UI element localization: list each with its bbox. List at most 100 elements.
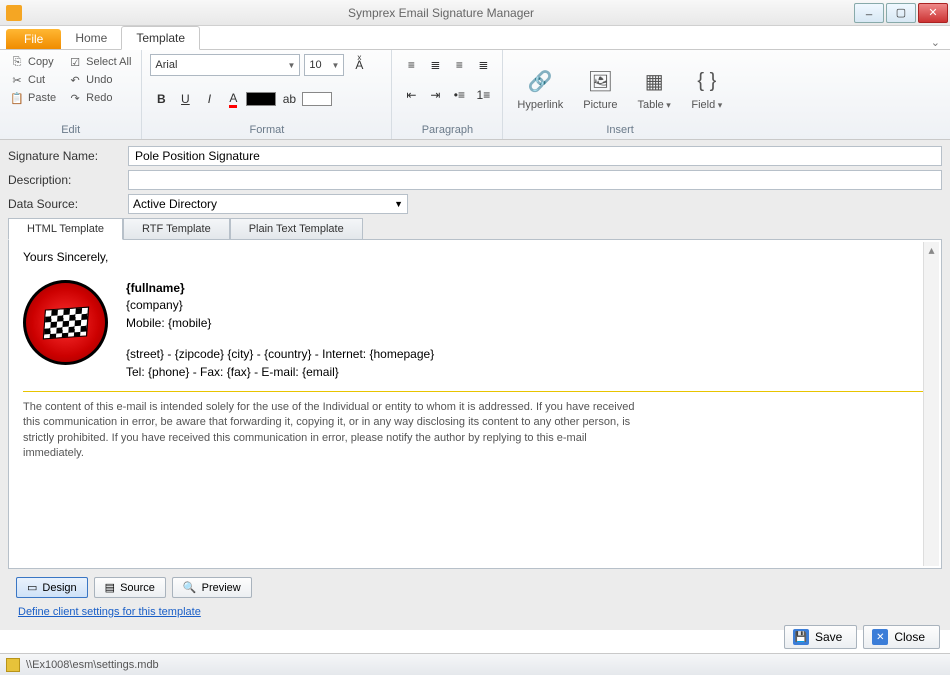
tab-rtf-template[interactable]: RTF Template — [123, 218, 230, 240]
tab-plain-text-template[interactable]: Plain Text Template — [230, 218, 363, 240]
description-input[interactable] — [128, 170, 942, 190]
copy-icon: ⎘ — [10, 55, 24, 69]
statusbar: \\Ex1008\esm\settings.mdb — [0, 653, 950, 675]
number-list-button[interactable]: 1≡ — [472, 84, 494, 106]
justify-icon: ≣ — [478, 58, 488, 72]
footer-buttons: 💾Save ✕Close — [784, 625, 940, 649]
font-color-button[interactable]: A — [222, 88, 244, 110]
italic-icon: I — [208, 92, 211, 106]
bold-button[interactable]: B — [150, 88, 172, 110]
select-all-button[interactable]: ☑Select All — [66, 54, 133, 70]
hyperlink-icon: 🔗 — [524, 67, 556, 97]
paste-icon: 📋 — [10, 91, 24, 105]
preview-view-button[interactable]: 🔍Preview — [172, 577, 252, 598]
outdent-button[interactable]: ⇤ — [400, 84, 422, 106]
bullet-list-icon: •≡ — [454, 88, 465, 102]
underline-button[interactable]: U — [174, 88, 196, 110]
minimize-button[interactable] — [854, 3, 884, 23]
client-settings-link[interactable]: Define client settings for this template — [18, 606, 201, 618]
maximize-button[interactable] — [886, 3, 916, 23]
align-right-button[interactable]: ≡ — [448, 54, 470, 76]
field-icon: { } — [691, 67, 723, 97]
field-fullname: {fullname} — [126, 280, 434, 297]
signature-text-block: {fullname} {company} Mobile: {mobile} {s… — [126, 280, 434, 381]
collapse-ribbon-icon[interactable]: ⌄ — [931, 36, 940, 49]
file-tab[interactable]: File — [6, 29, 61, 49]
description-label: Description: — [8, 173, 128, 187]
home-tab[interactable]: Home — [61, 27, 121, 49]
field-button[interactable]: { }Field — [685, 54, 729, 123]
align-left-button[interactable]: ≡ — [400, 54, 422, 76]
field-company: {company} — [126, 297, 434, 314]
indent-button[interactable]: ⇥ — [424, 84, 446, 106]
bullet-list-button[interactable]: •≡ — [448, 84, 470, 106]
signature-greeting: Yours Sincerely, — [23, 250, 927, 264]
cut-icon: ✂ — [10, 73, 24, 87]
source-view-button[interactable]: ▤Source — [94, 577, 166, 598]
template-editor-panel: Yours Sincerely, {fullname} {company} Mo… — [8, 239, 942, 569]
highlight-icon: ab — [283, 92, 296, 106]
picture-icon: 🖼 — [584, 67, 616, 97]
form-area: Signature Name: Description: Data Source… — [0, 140, 950, 630]
select-all-icon: ☑ — [68, 55, 82, 69]
undo-icon: ↶ — [68, 73, 82, 87]
italic-button[interactable]: I — [198, 88, 220, 110]
ribbon-group-label: Edit — [8, 123, 133, 137]
checkered-flag-icon — [42, 306, 88, 339]
data-source-select[interactable]: Active Directory▼ — [128, 194, 408, 214]
signature-divider — [23, 391, 927, 392]
picture-button[interactable]: 🖼Picture — [577, 54, 623, 123]
color-swatch-white[interactable] — [302, 92, 332, 106]
number-list-icon: 1≡ — [477, 88, 491, 102]
table-button[interactable]: ▦Table — [632, 54, 677, 123]
signature-name-input[interactable] — [128, 146, 942, 166]
justify-button[interactable]: ≣ — [472, 54, 494, 76]
highlight-button[interactable]: ab — [278, 88, 300, 110]
color-swatch-black[interactable] — [246, 92, 276, 106]
chevron-down-icon: ▼ — [331, 61, 339, 70]
redo-button[interactable]: ↷Redo — [66, 90, 133, 106]
close-window-button[interactable] — [918, 3, 948, 23]
undo-button[interactable]: ↶Undo — [66, 72, 133, 88]
ribbon-group-insert: 🔗Hyperlink 🖼Picture ▦Table { }Field Inse… — [503, 50, 736, 139]
font-family-select[interactable]: Arial▼ — [150, 54, 300, 76]
font-size-select[interactable]: 10▼ — [304, 54, 344, 76]
align-center-icon: ≣ — [430, 58, 440, 72]
paste-button[interactable]: 📋Paste — [8, 90, 58, 106]
ribbon-group-label: Insert — [511, 123, 728, 137]
ribbon-group-label: Paragraph — [400, 123, 494, 137]
signature-editor[interactable]: Yours Sincerely, {fullname} {company} Mo… — [23, 250, 927, 462]
align-center-button[interactable]: ≣ — [424, 54, 446, 76]
design-view-button[interactable]: ▭Design — [16, 577, 88, 598]
preview-icon: 🔍 — [183, 581, 197, 594]
status-path: \\Ex1008\esm\settings.mdb — [26, 659, 159, 671]
chevron-down-icon: ▼ — [287, 61, 295, 70]
underline-icon: U — [181, 92, 190, 106]
indent-icon: ⇥ — [430, 88, 440, 102]
scroll-up-icon: ▴ — [924, 242, 939, 258]
signature-disclaimer: The content of this e-mail is intended s… — [23, 400, 643, 462]
copy-button[interactable]: ⎘Copy — [8, 54, 58, 70]
align-right-icon: ≡ — [456, 58, 463, 72]
data-source-label: Data Source: — [8, 197, 128, 211]
clear-formatting-button[interactable]: Aͯ — [348, 54, 370, 76]
tab-html-template[interactable]: HTML Template — [8, 218, 123, 240]
redo-icon: ↷ — [68, 91, 82, 105]
font-color-icon: A — [229, 91, 237, 108]
signature-name-label: Signature Name: — [8, 149, 128, 163]
ribbon-tabs: File Home Template ⌄ — [0, 26, 950, 50]
ribbon-group-label: Format — [150, 123, 383, 137]
template-tab[interactable]: Template — [121, 26, 200, 50]
scrollbar[interactable]: ▴ — [923, 242, 939, 566]
field-mobile: Mobile: {mobile} — [126, 315, 434, 332]
database-icon — [6, 658, 20, 672]
close-button[interactable]: ✕Close — [863, 625, 940, 649]
save-button[interactable]: 💾Save — [784, 625, 857, 649]
bold-icon: B — [157, 92, 166, 106]
hyperlink-button[interactable]: 🔗Hyperlink — [511, 54, 569, 123]
template-tabs: HTML Template RTF Template Plain Text Te… — [8, 218, 942, 240]
app-icon — [6, 5, 22, 21]
eraser-icon: Aͯ — [355, 58, 363, 72]
align-left-icon: ≡ — [408, 58, 415, 72]
cut-button[interactable]: ✂Cut — [8, 72, 58, 88]
